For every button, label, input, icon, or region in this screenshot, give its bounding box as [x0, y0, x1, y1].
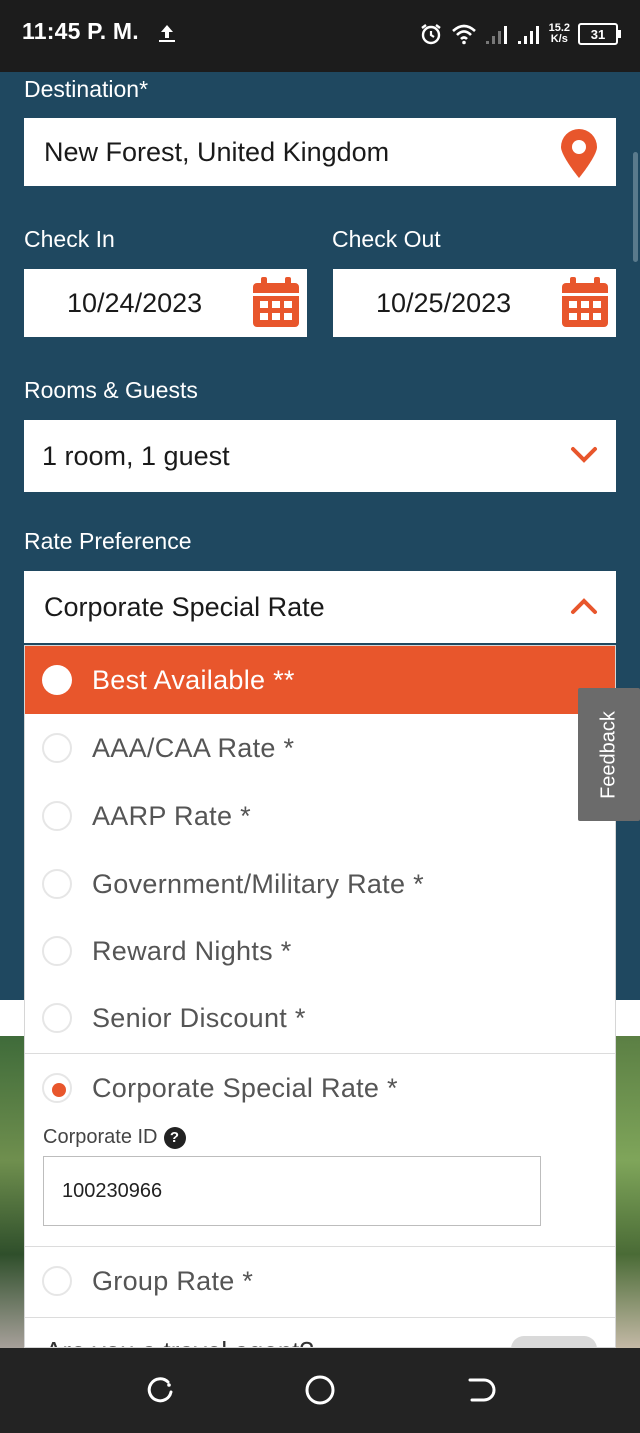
radio-button[interactable]	[42, 1003, 72, 1033]
rate-option-label: Group Rate *	[92, 1265, 254, 1296]
corporate-id-label: Corporate ID ?	[43, 1126, 186, 1149]
back-icon[interactable]	[462, 1372, 498, 1408]
radio-button[interactable]	[42, 936, 72, 966]
navigation-bar	[0, 1348, 640, 1433]
rate-preference-select[interactable]: Corporate Special Rate	[24, 571, 616, 643]
location-pin-icon	[561, 129, 597, 178]
status-time: 11:45 P. M.	[22, 18, 139, 44]
rate-option-label: Government/Military Rate *	[92, 868, 424, 899]
check-in-field[interactable]: 10/24/2023	[24, 269, 307, 337]
rooms-guests-label: Rooms & Guests	[24, 377, 198, 403]
network-speed: 15.2 K/s	[549, 23, 570, 45]
radio-button[interactable]	[42, 801, 72, 831]
hotel-photo-right	[616, 1036, 640, 1348]
rate-option-aaa-caa[interactable]: AAA/CAA Rate *	[25, 714, 615, 782]
corporate-id-value: 100230966	[62, 1179, 163, 1202]
status-bar: 11:45 P. M. 15.2 K/s 31	[0, 0, 640, 72]
radio-button[interactable]	[42, 869, 72, 899]
chevron-up-icon	[571, 598, 597, 614]
feedback-tab[interactable]: Feedback	[578, 688, 640, 821]
radio-button[interactable]	[42, 733, 72, 763]
rate-option-label: Senior Discount *	[92, 1002, 306, 1033]
travel-agent-toggle[interactable]	[511, 1336, 597, 1347]
signal-icon-2	[517, 26, 539, 44]
rate-options-dropdown: Best Available ** AAA/CAA Rate * AARP Ra…	[24, 645, 616, 1348]
calendar-icon[interactable]	[251, 275, 301, 329]
hotel-photo-left	[0, 1036, 24, 1348]
home-icon[interactable]	[302, 1372, 338, 1408]
rate-option-reward-nights[interactable]: Reward Nights *	[25, 917, 615, 985]
radio-button[interactable]	[42, 665, 72, 695]
alarm-icon	[420, 24, 441, 45]
check-in-value: 10/24/2023	[67, 287, 203, 318]
feedback-label: Feedback	[597, 710, 620, 799]
rate-option-label: AAA/CAA Rate *	[92, 732, 295, 763]
radio-button[interactable]	[42, 1266, 72, 1296]
travel-agent-label: Are you a travel agent?	[45, 1336, 314, 1347]
rooms-guests-value: 1 room, 1 guest	[42, 440, 230, 471]
rate-preference-label: Rate Preference	[24, 528, 192, 554]
radio-button-selected[interactable]	[42, 1073, 72, 1103]
rooms-guests-select[interactable]: 1 room, 1 guest	[24, 420, 616, 492]
chevron-down-icon	[571, 447, 597, 463]
rate-option-best-available[interactable]: Best Available **	[25, 646, 615, 714]
rate-option-label: Corporate Special Rate *	[92, 1072, 398, 1103]
rate-option-corporate-special[interactable]: Corporate Special Rate *	[25, 1054, 615, 1122]
calendar-icon[interactable]	[560, 275, 610, 329]
rate-option-group[interactable]: Group Rate *	[25, 1247, 615, 1315]
check-in-label: Check In	[24, 226, 115, 252]
check-out-field[interactable]: 10/25/2023	[333, 269, 616, 337]
rate-option-government-military[interactable]: Government/Military Rate *	[25, 850, 615, 918]
check-out-value: 10/25/2023	[376, 287, 512, 318]
rate-option-label: Best Available **	[92, 664, 295, 695]
signal-icon-1	[485, 26, 507, 44]
destination-label: Destination*	[24, 76, 149, 102]
option-divider	[25, 1317, 615, 1318]
recent-apps-icon[interactable]	[142, 1372, 178, 1408]
destination-value: New Forest, United Kingdom	[44, 136, 390, 167]
corporate-id-input[interactable]: 100230966	[43, 1156, 541, 1226]
battery-icon: 31	[578, 23, 621, 45]
scrollbar[interactable]	[633, 152, 638, 262]
rate-option-aarp[interactable]: AARP Rate *	[25, 782, 615, 850]
rate-option-label: AARP Rate *	[92, 800, 251, 831]
upload-icon	[159, 25, 175, 42]
check-out-label: Check Out	[332, 226, 441, 252]
wifi-icon	[451, 24, 476, 45]
destination-field[interactable]: New Forest, United Kingdom	[24, 118, 616, 186]
rate-option-label: Reward Nights *	[92, 935, 292, 966]
battery-level: 31	[590, 26, 606, 42]
corporate-id-label-text: Corporate ID	[43, 1126, 158, 1148]
rate-option-senior-discount[interactable]: Senior Discount *	[25, 984, 615, 1052]
rate-preference-value: Corporate Special Rate	[44, 591, 325, 622]
speed-unit: K/s	[550, 33, 568, 45]
help-icon[interactable]: ?	[163, 1126, 186, 1149]
radio-selected-dot	[52, 1083, 66, 1097]
